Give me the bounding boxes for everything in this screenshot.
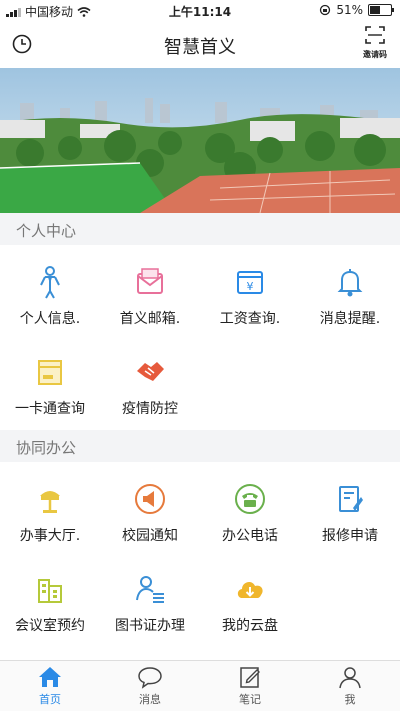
tab-home[interactable]: 首页 — [0, 665, 100, 707]
menu-item-repair[interactable]: 报修申请 — [300, 482, 400, 566]
note-icon — [240, 667, 260, 688]
page-title: 智慧首义 — [164, 37, 236, 58]
person-icon — [40, 266, 60, 299]
tab-notes[interactable]: 笔记 — [200, 665, 300, 707]
tab-home-label: 首页 — [39, 693, 61, 706]
menu-item-building[interactable]: 会议室预约 — [0, 572, 100, 656]
invite-code-label: 邀请码 — [363, 50, 387, 59]
menu-item-label: 办事大厅. — [19, 528, 81, 544]
library-card-icon — [136, 576, 164, 603]
tab-me[interactable]: 我 — [300, 665, 400, 707]
menu-item-label: 校园通知 — [122, 528, 178, 544]
tab-messages[interactable]: 消息 — [100, 665, 200, 707]
tab-me-label: 我 — [344, 693, 356, 706]
handshake-icon — [137, 362, 164, 381]
menu-item-label: 一卡通查询 — [15, 401, 85, 417]
tab-messages-label: 消息 — [139, 693, 161, 706]
invite-code-button[interactable]: 邀请码 — [358, 26, 392, 60]
mail-icon — [137, 268, 163, 294]
menu-item-person[interactable]: 个人信息. — [0, 265, 100, 349]
section-header: 个人中心 — [0, 213, 400, 245]
cloud-icon — [237, 582, 263, 598]
bell-icon — [337, 269, 363, 297]
battery-icon — [368, 4, 394, 16]
menu-item-library-card[interactable]: 图书证办理 — [100, 572, 200, 656]
menu-item-cloud[interactable]: 我的云盘 — [200, 572, 300, 656]
menu-item-bell[interactable]: 消息提醒. — [300, 265, 400, 349]
svg-text:¥: ¥ — [247, 280, 254, 293]
menu-item-handshake[interactable]: 疫情防控 — [100, 355, 200, 439]
card-icon — [38, 360, 62, 385]
repair-icon — [339, 486, 363, 512]
message-icon — [138, 667, 162, 689]
section-header: 协同办公 — [0, 430, 400, 462]
menu-item-mail[interactable]: 首义邮箱. — [100, 265, 200, 349]
tab-bar: 首页 消息 笔记 我 — [0, 660, 400, 711]
campus-banner-image[interactable] — [0, 68, 400, 213]
phone-icon — [235, 484, 265, 514]
battery-percent: 51% — [336, 3, 363, 17]
nav-bar: 智慧首义 邀请码 — [0, 22, 400, 68]
lamp-icon — [40, 491, 60, 513]
menu-item-label: 报修申请 — [322, 528, 378, 544]
menu-item-label: 我的云盘 — [222, 618, 278, 634]
home-icon — [39, 667, 61, 687]
menu-item-label: 首义邮箱. — [119, 311, 181, 327]
scan-icon — [365, 26, 385, 44]
menu-item-label: 会议室预约 — [15, 618, 85, 634]
menu-item-phone[interactable]: 办公电话 — [200, 482, 300, 566]
menu-item-salary[interactable]: ¥ 工资查询. — [200, 265, 300, 349]
menu-item-megaphone[interactable]: 校园通知 — [100, 482, 200, 566]
menu-item-label: 工资查询. — [219, 311, 281, 327]
rotation-lock-icon — [320, 4, 331, 16]
battery-fill — [370, 6, 381, 14]
tab-notes-label: 笔记 — [239, 693, 261, 706]
profile-icon — [339, 667, 361, 689]
menu-item-label: 图书证办理 — [115, 618, 185, 634]
section-title: 个人中心 — [16, 222, 77, 240]
menu-item-card[interactable]: 一卡通查询 — [0, 355, 100, 439]
salary-icon: ¥ — [237, 271, 263, 294]
megaphone-icon — [135, 484, 165, 514]
menu-item-lamp[interactable]: 办事大厅. — [0, 482, 100, 566]
menu-item-label: 办公电话 — [222, 528, 278, 544]
menu-item-label: 消息提醒. — [319, 311, 381, 327]
building-icon — [38, 579, 62, 603]
menu-item-label: 个人信息. — [19, 311, 81, 327]
status-bar: 中国移动 上午11:14 51% — [0, 0, 400, 22]
menu-item-label: 疫情防控 — [122, 401, 178, 417]
section-title: 协同办公 — [16, 439, 77, 457]
